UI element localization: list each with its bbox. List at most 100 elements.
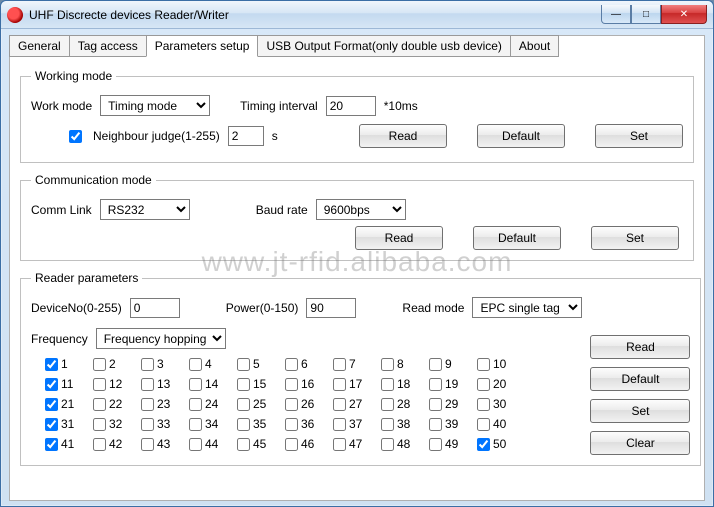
deviceno-label: DeviceNo(0-255) xyxy=(31,301,122,315)
legend-working-mode: Working mode xyxy=(31,69,116,83)
comm-link-select[interactable]: RS232 xyxy=(100,199,190,220)
freq-checkbox-36[interactable]: 36 xyxy=(285,417,333,431)
work-mode-label: Work mode xyxy=(31,99,92,113)
freq-checkbox-1[interactable]: 1 xyxy=(45,357,93,371)
tab-usb-output[interactable]: USB Output Format(only double usb device… xyxy=(257,35,510,57)
freq-checkbox-10[interactable]: 10 xyxy=(477,357,525,371)
baud-rate-label: Baud rate xyxy=(256,203,308,217)
freq-checkbox-38[interactable]: 38 xyxy=(381,417,429,431)
freq-checkbox-17[interactable]: 17 xyxy=(333,377,381,391)
reader-clear-button[interactable]: Clear xyxy=(590,431,690,455)
neighbour-judge-input[interactable] xyxy=(228,126,264,146)
freq-checkbox-14[interactable]: 14 xyxy=(189,377,237,391)
freq-checkbox-32[interactable]: 32 xyxy=(93,417,141,431)
freq-checkbox-37[interactable]: 37 xyxy=(333,417,381,431)
freq-checkbox-2[interactable]: 2 xyxy=(93,357,141,371)
comm-read-button[interactable]: Read xyxy=(355,226,443,250)
freq-checkbox-15[interactable]: 15 xyxy=(237,377,285,391)
working-mode-read-button[interactable]: Read xyxy=(359,124,447,148)
freq-checkbox-31[interactable]: 31 xyxy=(45,417,93,431)
app-icon xyxy=(7,7,23,23)
reader-read-button[interactable]: Read xyxy=(590,335,690,359)
freq-checkbox-43[interactable]: 43 xyxy=(141,437,189,451)
timing-interval-input[interactable] xyxy=(326,96,376,116)
freq-checkbox-4[interactable]: 4 xyxy=(189,357,237,371)
freq-checkbox-5[interactable]: 5 xyxy=(237,357,285,371)
freq-checkbox-11[interactable]: 11 xyxy=(45,377,93,391)
freq-checkbox-22[interactable]: 22 xyxy=(93,397,141,411)
freq-checkbox-6[interactable]: 6 xyxy=(285,357,333,371)
freq-checkbox-7[interactable]: 7 xyxy=(333,357,381,371)
timing-interval-suffix: *10ms xyxy=(384,99,418,113)
freq-checkbox-25[interactable]: 25 xyxy=(237,397,285,411)
group-reader-parameters: Reader parameters DeviceNo(0-255) Power(… xyxy=(20,271,701,466)
freq-checkbox-19[interactable]: 19 xyxy=(429,377,477,391)
frequency-grid: 1234567891011121314151617181920212223242… xyxy=(45,357,582,451)
client-area: General Tag access Parameters setup USB … xyxy=(9,35,705,501)
freq-checkbox-21[interactable]: 21 xyxy=(45,397,93,411)
neighbour-judge-checkbox[interactable] xyxy=(69,130,82,143)
freq-checkbox-30[interactable]: 30 xyxy=(477,397,525,411)
comm-link-label: Comm Link xyxy=(31,203,92,217)
tab-strip: General Tag access Parameters setup USB … xyxy=(9,35,704,57)
neighbour-judge-label: Neighbour judge(1-255) xyxy=(93,129,220,143)
maximize-button[interactable]: □ xyxy=(631,5,661,24)
frequency-select[interactable]: Frequency hopping xyxy=(96,328,226,349)
freq-checkbox-26[interactable]: 26 xyxy=(285,397,333,411)
freq-checkbox-47[interactable]: 47 xyxy=(333,437,381,451)
frequency-label: Frequency xyxy=(31,332,88,346)
freq-checkbox-27[interactable]: 27 xyxy=(333,397,381,411)
comm-default-button[interactable]: Default xyxy=(473,226,561,250)
freq-checkbox-44[interactable]: 44 xyxy=(189,437,237,451)
working-mode-set-button[interactable]: Set xyxy=(595,124,683,148)
freq-checkbox-18[interactable]: 18 xyxy=(381,377,429,391)
freq-checkbox-48[interactable]: 48 xyxy=(381,437,429,451)
freq-checkbox-34[interactable]: 34 xyxy=(189,417,237,431)
freq-checkbox-35[interactable]: 35 xyxy=(237,417,285,431)
freq-checkbox-40[interactable]: 40 xyxy=(477,417,525,431)
reader-default-button[interactable]: Default xyxy=(590,367,690,391)
work-mode-select[interactable]: Timing mode xyxy=(100,95,210,116)
freq-checkbox-45[interactable]: 45 xyxy=(237,437,285,451)
freq-checkbox-3[interactable]: 3 xyxy=(141,357,189,371)
neighbour-judge-suffix: s xyxy=(272,129,278,143)
freq-checkbox-42[interactable]: 42 xyxy=(93,437,141,451)
group-working-mode: Working mode Work mode Timing mode Timin… xyxy=(20,69,694,163)
tab-general[interactable]: General xyxy=(9,35,70,57)
read-mode-label: Read mode xyxy=(402,301,464,315)
power-input[interactable] xyxy=(306,298,356,318)
freq-checkbox-41[interactable]: 41 xyxy=(45,437,93,451)
tab-about[interactable]: About xyxy=(510,35,559,57)
close-button[interactable]: ✕ xyxy=(661,5,707,24)
freq-checkbox-9[interactable]: 9 xyxy=(429,357,477,371)
freq-checkbox-49[interactable]: 49 xyxy=(429,437,477,451)
comm-set-button[interactable]: Set xyxy=(591,226,679,250)
reader-set-button[interactable]: Set xyxy=(590,399,690,423)
freq-checkbox-13[interactable]: 13 xyxy=(141,377,189,391)
app-window: UHF Discrecte devices Reader/Writer — □ … xyxy=(0,0,714,507)
tab-panel-parameters: Working mode Work mode Timing mode Timin… xyxy=(10,57,704,484)
freq-checkbox-28[interactable]: 28 xyxy=(381,397,429,411)
freq-checkbox-33[interactable]: 33 xyxy=(141,417,189,431)
freq-checkbox-16[interactable]: 16 xyxy=(285,377,333,391)
freq-checkbox-46[interactable]: 46 xyxy=(285,437,333,451)
read-mode-select[interactable]: EPC single tag xyxy=(472,297,582,318)
freq-checkbox-8[interactable]: 8 xyxy=(381,357,429,371)
minimize-button[interactable]: — xyxy=(601,5,631,24)
freq-checkbox-24[interactable]: 24 xyxy=(189,397,237,411)
freq-checkbox-29[interactable]: 29 xyxy=(429,397,477,411)
freq-checkbox-39[interactable]: 39 xyxy=(429,417,477,431)
working-mode-default-button[interactable]: Default xyxy=(477,124,565,148)
window-title: UHF Discrecte devices Reader/Writer xyxy=(29,8,601,22)
tab-tag-access[interactable]: Tag access xyxy=(69,35,147,57)
freq-checkbox-12[interactable]: 12 xyxy=(93,377,141,391)
legend-communication-mode: Communication mode xyxy=(31,173,156,187)
titlebar[interactable]: UHF Discrecte devices Reader/Writer — □ … xyxy=(1,1,713,29)
freq-checkbox-50[interactable]: 50 xyxy=(477,437,525,451)
deviceno-input[interactable] xyxy=(130,298,180,318)
baud-rate-select[interactable]: 9600bps xyxy=(316,199,406,220)
freq-checkbox-20[interactable]: 20 xyxy=(477,377,525,391)
legend-reader-parameters: Reader parameters xyxy=(31,271,142,285)
tab-parameters-setup[interactable]: Parameters setup xyxy=(146,35,259,57)
freq-checkbox-23[interactable]: 23 xyxy=(141,397,189,411)
